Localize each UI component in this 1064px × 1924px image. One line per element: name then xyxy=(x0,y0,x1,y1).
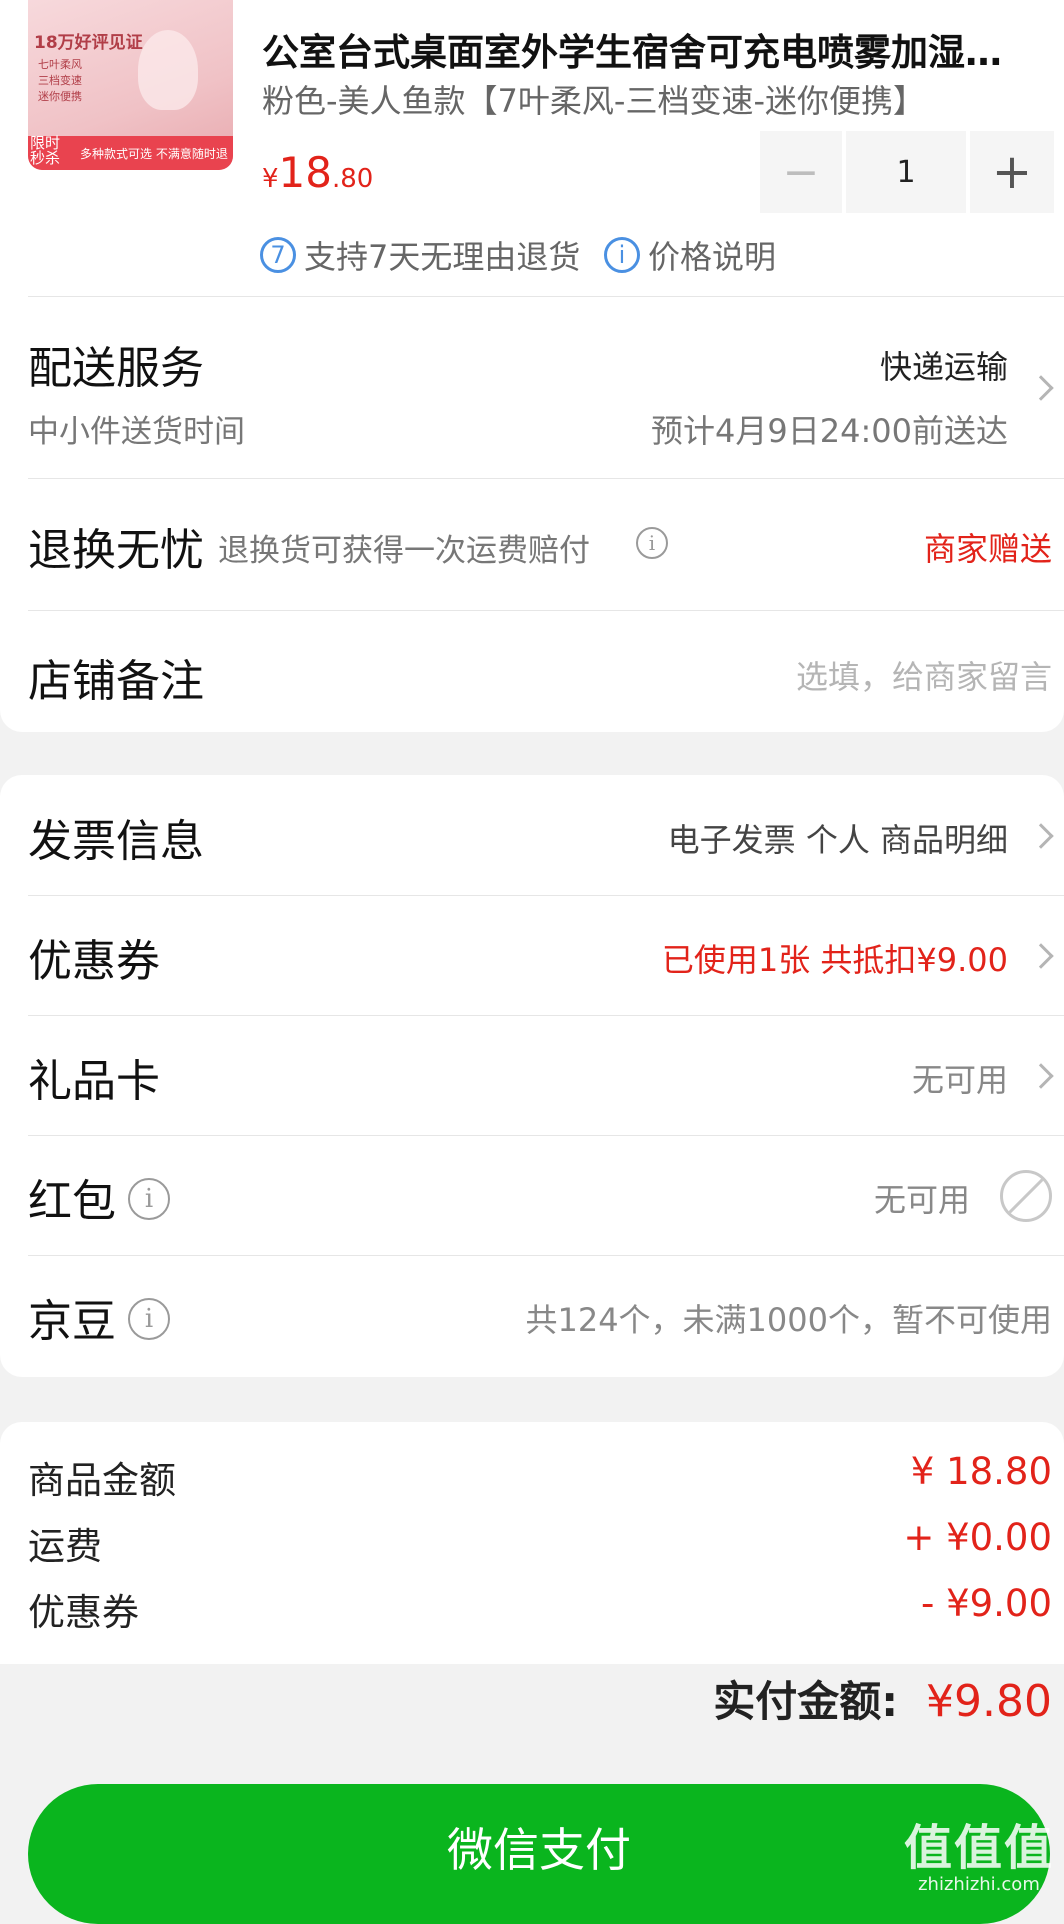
info-icon[interactable]: i xyxy=(128,1298,170,1340)
product-spec[interactable]: 粉色-美人鱼款【7叶柔风-三档变速-迷你便携】 xyxy=(262,76,925,122)
returns-desc: 退换货可获得一次运费赔付 xyxy=(218,533,590,569)
info-icon: i xyxy=(604,237,640,273)
decrease-button[interactable]: − xyxy=(760,131,842,213)
thumbnail-banner-text: 多种款式可选 不满意随时退 xyxy=(80,147,228,161)
info-icon[interactable]: i xyxy=(636,527,668,559)
return-policy-label: 支持7天无理由退货 xyxy=(304,238,581,276)
shipping-label: 运费 xyxy=(28,1525,102,1568)
divider xyxy=(28,1015,1064,1016)
returns-title: 退换无忧 xyxy=(28,525,204,576)
price-info-label: 价格说明 xyxy=(648,238,777,276)
return-policy-badge[interactable]: 7 支持7天无理由退货 xyxy=(260,232,580,278)
divider xyxy=(28,895,1064,896)
thumbnail-bullet: 迷你便携 xyxy=(38,90,82,103)
watermark: 值值值 zhizhizhi.com xyxy=(904,1808,1054,1895)
coupon-label: 优惠券 xyxy=(28,936,160,987)
delivery-eta: 预计4月9日24:00前送达 xyxy=(651,412,1008,450)
divider xyxy=(28,478,1064,479)
chevron-right-icon xyxy=(1028,375,1054,401)
chevron-right-icon xyxy=(1028,823,1054,849)
total-label: 实付金额: xyxy=(713,1677,899,1726)
thumbnail-badge: 限时秒杀 xyxy=(30,134,61,167)
price-currency: ¥ xyxy=(262,164,279,194)
divider xyxy=(28,296,1064,297)
red-packet-value: 无可用 xyxy=(873,1181,970,1219)
order-card: 18万好评见证 七叶柔风 三档变速 迷你便携 限时秒杀 多种款式可选 不满意随时… xyxy=(0,0,1064,732)
returns-value: 商家赠送 xyxy=(923,530,1052,568)
product-title[interactable]: 公室台式桌面室外学生宿舍可充电喷雾加湿… xyxy=(262,22,1027,76)
jd-beans-value: 共124个，未满1000个，暂不可使用 xyxy=(525,1301,1052,1339)
coupon-value: 已使用1张 共抵扣¥9.00 xyxy=(661,941,1008,979)
price-integer: 18 xyxy=(278,148,332,197)
red-packet-label: 红包 xyxy=(28,1176,116,1227)
total-value: ¥9.80 xyxy=(926,1676,1052,1727)
disabled-icon xyxy=(1000,1170,1052,1222)
divider xyxy=(28,1255,1064,1256)
quantity-input[interactable]: 1 xyxy=(846,131,966,213)
divider xyxy=(28,1135,1064,1136)
watermark-logo: 值值值 xyxy=(903,1820,1054,1876)
wechat-pay-label: 微信支付 xyxy=(447,1823,631,1877)
product-thumbnail[interactable]: 18万好评见证 七叶柔风 三档变速 迷你便携 限时秒杀 多种款式可选 不满意随时… xyxy=(28,0,233,170)
delivery-subtitle: 中小件送货时间 xyxy=(28,414,245,450)
price-summary: 商品金额 ¥ 18.80 运费 + ¥0.00 优惠券 - ¥9.00 xyxy=(0,1422,1064,1664)
total-amount: 实付金额: ¥9.80 xyxy=(713,1668,1052,1729)
store-note-title: 店铺备注 xyxy=(28,656,204,707)
coupon-discount-label: 优惠券 xyxy=(28,1591,139,1634)
gift-card-value: 无可用 xyxy=(911,1061,1008,1099)
coupon-discount-value: - ¥9.00 xyxy=(920,1582,1052,1625)
gift-card-label: 礼品卡 xyxy=(28,1056,160,1107)
watermark-site: zhizhizhi.com xyxy=(918,1874,1040,1895)
delivery-method: 快递运输 xyxy=(879,348,1008,386)
price-decimal: .80 xyxy=(332,164,374,194)
store-note-input[interactable]: 选填，给商家留言 xyxy=(796,652,1052,698)
options-card: 发票信息 电子发票 个人 商品明细 优惠券 已使用1张 共抵扣¥9.00 礼品卡… xyxy=(0,775,1064,1377)
invoice-label: 发票信息 xyxy=(28,816,204,867)
shipping-value: + ¥0.00 xyxy=(903,1516,1052,1559)
product-price: ¥18.80 xyxy=(262,148,373,197)
delivery-title: 配送服务 xyxy=(28,343,204,394)
quantity-stepper: − 1 + xyxy=(760,131,1054,213)
price-info-link[interactable]: i 价格说明 xyxy=(604,232,776,278)
increase-button[interactable]: + xyxy=(970,131,1054,213)
chevron-right-icon xyxy=(1028,1063,1054,1089)
wechat-pay-button[interactable]: 微信支付 xyxy=(28,1784,1050,1924)
fan-image xyxy=(138,30,198,110)
invoice-value: 电子发票 个人 商品明细 xyxy=(667,821,1008,859)
thumbnail-headline: 18万好评见证 xyxy=(34,33,143,53)
subtotal-value: ¥ 18.80 xyxy=(910,1450,1052,1493)
chevron-right-icon xyxy=(1028,943,1054,969)
info-icon[interactable]: i xyxy=(128,1178,170,1220)
jd-beans-label: 京豆 xyxy=(28,1296,116,1347)
thumbnail-bullet: 七叶柔风 xyxy=(38,58,82,71)
divider xyxy=(28,610,1064,611)
thumbnail-bullet: 三档变速 xyxy=(38,74,82,87)
subtotal-label: 商品金额 xyxy=(28,1459,176,1502)
seven-day-icon: 7 xyxy=(260,237,296,273)
